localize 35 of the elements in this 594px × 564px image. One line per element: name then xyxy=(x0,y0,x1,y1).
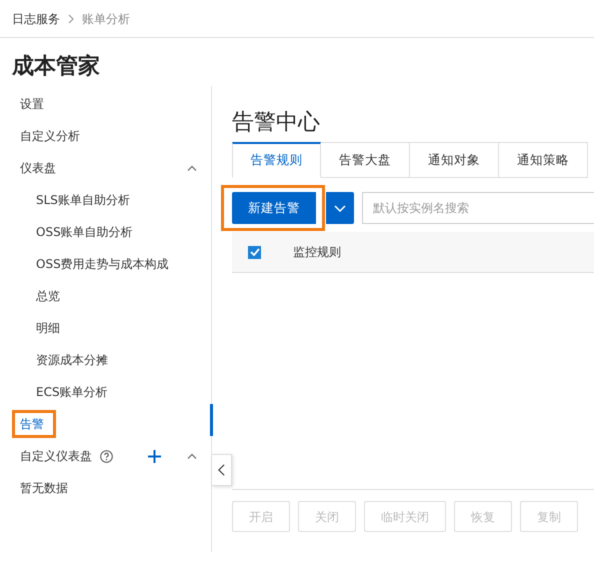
sidebar-item[interactable]: 资源成本分摊 xyxy=(28,346,120,374)
sidebar-item[interactable]: OSS费用走势与成本构成 xyxy=(28,250,181,278)
chevron-down-icon xyxy=(334,204,346,212)
help-icon[interactable] xyxy=(100,450,113,462)
sidebar-item[interactable]: 总览 xyxy=(28,282,72,310)
sidebar-item[interactable]: 告警 xyxy=(12,410,56,438)
section-title: 告警中心 xyxy=(232,109,321,137)
column-header: 监控规则 xyxy=(293,244,341,261)
sidebar-item[interactable]: 自定义仪表盘 xyxy=(12,442,104,470)
search-field[interactable]: 默认按实例名搜索 xyxy=(362,192,594,224)
select-all-checkbox[interactable] xyxy=(248,246,261,258)
page-title: 成本管家 xyxy=(12,52,101,81)
tab[interactable]: 通知对象 xyxy=(410,142,499,178)
breadcrumb-current: 账单分析 xyxy=(82,10,130,28)
chevron-up-icon[interactable] xyxy=(187,453,197,459)
tab[interactable]: 告警规则 xyxy=(232,142,321,178)
scroll-indicator xyxy=(210,404,213,436)
chevron-right-icon xyxy=(68,14,74,24)
tab[interactable]: 通知策略 xyxy=(499,142,588,178)
sidebar-item[interactable]: SLS账单自助分析 xyxy=(28,186,142,214)
sidebar-item[interactable]: 设置 xyxy=(12,90,56,118)
chevron-left-icon xyxy=(218,463,225,477)
sidebar-item[interactable]: 自定义分析 xyxy=(12,122,92,150)
collapse-button[interactable] xyxy=(212,454,232,486)
sidebar-item[interactable]: 明细 xyxy=(28,314,72,342)
sidebar-item[interactable]: ECS账单分析 xyxy=(28,378,120,406)
chevron-up-icon[interactable] xyxy=(187,165,197,171)
tab[interactable]: 告警大盘 xyxy=(321,142,410,178)
sidebar-item[interactable]: 仪表盘 xyxy=(12,154,68,182)
empty-message: 暂无数据 xyxy=(19,480,69,497)
dropdown-button[interactable] xyxy=(326,192,354,224)
breadcrumb-link[interactable]: 日志服务 xyxy=(12,10,60,28)
create-button[interactable]: 新建告警 xyxy=(232,192,316,224)
sidebar-item[interactable]: OSS账单自助分析 xyxy=(28,218,145,246)
add-icon[interactable] xyxy=(148,450,161,462)
